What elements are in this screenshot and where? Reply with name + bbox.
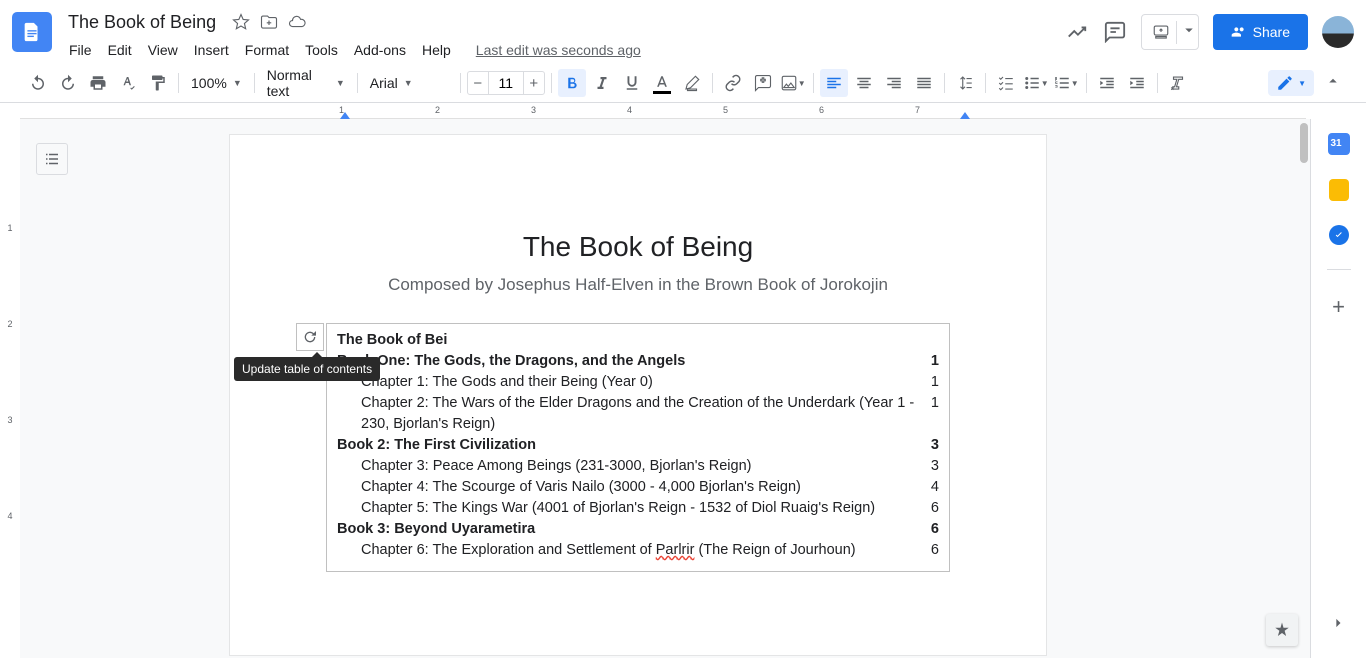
spelling-error[interactable]: Parlrir <box>656 542 695 558</box>
bold-button[interactable] <box>558 69 586 97</box>
doc-title-input[interactable]: The Book of Being <box>62 10 222 35</box>
font-size-input[interactable]: 11 <box>489 71 523 95</box>
sidebar-separator <box>1327 269 1351 270</box>
share-label: Share <box>1253 24 1290 40</box>
indent-marker-right[interactable] <box>960 112 970 119</box>
toc-title[interactable]: The Book of Bei <box>337 330 939 351</box>
refresh-toc-button[interactable] <box>296 323 324 351</box>
align-center-button[interactable] <box>850 69 878 97</box>
doc-heading-1[interactable]: The Book of Being <box>326 231 950 263</box>
document-page[interactable]: The Book of Being Composed by Josephus H… <box>230 135 1046 655</box>
toc-entry[interactable]: Chapter 4: The Scourge of Varis Nailo (3… <box>337 477 939 498</box>
explore-button[interactable] <box>1266 614 1298 646</box>
align-justify-button[interactable] <box>910 69 938 97</box>
last-edit-link[interactable]: Last edit was seconds ago <box>476 42 641 58</box>
tasks-sidebar-icon[interactable] <box>1329 225 1349 245</box>
toc-entry[interactable]: Book One: The Gods, the Dragons, and the… <box>337 351 939 372</box>
vertical-ruler[interactable]: 1234 <box>0 119 20 658</box>
toc-entry[interactable]: Book 2: The First Civilization3 <box>337 435 939 456</box>
indent-decrease-button[interactable] <box>1093 69 1121 97</box>
indent-marker-left[interactable] <box>340 112 350 119</box>
align-left-button[interactable] <box>820 69 848 97</box>
menu-insert[interactable]: Insert <box>187 38 236 62</box>
table-of-contents[interactable]: The Book of Bei Book One: The Gods, the … <box>326 323 950 572</box>
style-select[interactable]: Normal text▼ <box>261 70 351 96</box>
toc-entry[interactable]: Chapter 1: The Gods and their Being (Yea… <box>337 372 939 393</box>
bulleted-list-button[interactable]: ▼ <box>1022 69 1050 97</box>
doc-subtitle[interactable]: Composed by Josephus Half-Elven in the B… <box>326 275 950 295</box>
clear-format-button[interactable] <box>1164 69 1192 97</box>
menu-view[interactable]: View <box>141 38 185 62</box>
docs-logo[interactable] <box>12 12 52 52</box>
share-button[interactable]: Share <box>1213 14 1308 50</box>
menu-format[interactable]: Format <box>238 38 296 62</box>
checklist-button[interactable] <box>992 69 1020 97</box>
comments-icon[interactable] <box>1103 20 1127 44</box>
font-size-decrease[interactable]: − <box>467 71 489 95</box>
font-size-increase[interactable]: + <box>523 71 545 95</box>
toc-entry[interactable]: Book 3: Beyond Uyarametira6 <box>337 519 939 540</box>
menu-file[interactable]: File <box>62 38 99 62</box>
present-dropdown-icon[interactable] <box>1176 21 1194 44</box>
redo-button[interactable] <box>54 69 82 97</box>
account-avatar[interactable] <box>1322 16 1354 48</box>
print-button[interactable] <box>84 69 112 97</box>
toc-entry[interactable]: Chapter 5: The Kings War (4001 of Bjorla… <box>337 498 939 519</box>
star-icon[interactable] <box>232 13 250 31</box>
present-button[interactable] <box>1141 14 1199 50</box>
underline-button[interactable] <box>618 69 646 97</box>
horizontal-ruler[interactable] <box>20 103 1306 119</box>
activity-icon[interactable] <box>1065 20 1089 44</box>
scrollbar[interactable] <box>1298 119 1310 658</box>
align-right-button[interactable] <box>880 69 908 97</box>
toc-entry[interactable]: Chapter 6: The Exploration and Settlemen… <box>337 540 939 561</box>
scrollbar-thumb[interactable] <box>1300 123 1308 163</box>
hide-side-panel-button[interactable] <box>1328 613 1348 638</box>
indent-increase-button[interactable] <box>1123 69 1151 97</box>
hide-menus-button[interactable] <box>1324 72 1342 95</box>
toc-entry[interactable]: Chapter 3: Peace Among Beings (231-3000,… <box>337 456 939 477</box>
keep-sidebar-icon[interactable] <box>1329 179 1349 201</box>
add-addon-button[interactable]: + <box>1332 294 1345 320</box>
menu-help[interactable]: Help <box>415 38 458 62</box>
undo-button[interactable] <box>24 69 52 97</box>
italic-button[interactable] <box>588 69 616 97</box>
text-color-button[interactable] <box>648 69 676 97</box>
menu-edit[interactable]: Edit <box>101 38 139 62</box>
menu-tools[interactable]: Tools <box>298 38 345 62</box>
link-button[interactable] <box>719 69 747 97</box>
editing-mode-button[interactable]: ▼ <box>1268 70 1314 96</box>
menu-addons[interactable]: Add-ons <box>347 38 413 62</box>
zoom-select[interactable]: 100%▼ <box>185 70 248 96</box>
refresh-toc-tooltip: Update table of contents <box>234 357 380 381</box>
toc-entry[interactable]: Chapter 2: The Wars of the Elder Dragons… <box>337 393 939 435</box>
outline-toggle-button[interactable] <box>36 143 68 175</box>
image-insert-button[interactable]: ▼ <box>779 69 807 97</box>
calendar-sidebar-icon[interactable] <box>1328 133 1350 155</box>
highlight-button[interactable] <box>678 69 706 97</box>
cloud-status-icon[interactable] <box>288 13 306 31</box>
spellcheck-button[interactable] <box>114 69 142 97</box>
paint-format-button[interactable] <box>144 69 172 97</box>
move-icon[interactable] <box>260 13 278 31</box>
numbered-list-button[interactable]: ▼ <box>1052 69 1080 97</box>
font-select[interactable]: Arial▼ <box>364 70 454 96</box>
comment-add-button[interactable] <box>749 69 777 97</box>
line-spacing-button[interactable] <box>951 69 979 97</box>
